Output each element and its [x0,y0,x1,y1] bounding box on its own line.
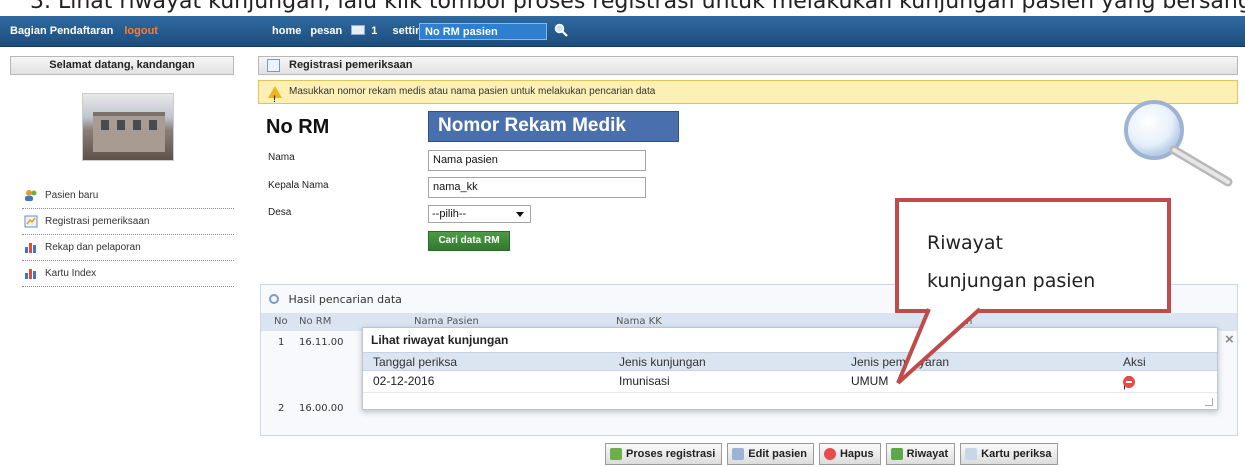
document-header-text: 3. Lihat riwayat kunjungan, lalu klik to… [30,0,1245,14]
users-icon [25,190,37,201]
desa-select[interactable]: --pilih-- [428,205,531,223]
search-icon [269,294,279,304]
welcome-panel: Selamat datang, kandangan [10,56,234,75]
nav-home-link[interactable]: home [272,25,301,37]
search-input[interactable]: No RM pasien [419,23,547,40]
nama-input[interactable]: Nama pasien [428,150,646,171]
proses-registrasi-button[interactable]: Proses registrasi [605,443,723,465]
sidebar-item-rekap[interactable]: Rekap dan pelaporan [22,235,234,261]
sidebar-item-registrasi[interactable]: Registrasi pemeriksaan [22,209,234,235]
norm-input[interactable]: Nomor Rekam Medik [428,111,679,142]
column-header: Jenis kunjungan [619,355,706,369]
card-icon [965,448,978,460]
close-icon[interactable]: × [1225,331,1234,348]
page-title-bar: Registrasi pemeriksaan [258,56,1238,75]
column-header: Nama Pasien [414,316,479,327]
page-title: Registrasi pemeriksaan [289,59,413,71]
desa-label: Desa [268,207,292,218]
delete-icon[interactable] [1123,376,1135,388]
register-icon [267,59,280,72]
nav-pesan-link[interactable]: pesan 1 [310,25,383,37]
column-header: No RM [299,316,332,327]
mail-icon [351,25,366,35]
kepala-nama-input[interactable]: nama_kk [428,177,646,198]
sidebar-item-kartu-index[interactable]: Kartu Index [22,261,234,287]
building-photo [82,93,174,161]
edit-pasien-button[interactable]: Edit pasien [727,443,814,465]
riwayat-button[interactable]: Riwayat [885,443,956,465]
kepala-nama-label: Kepala Nama [268,180,329,191]
search-rm-button[interactable]: Cari data RM [428,231,510,251]
column-header: Nama KK [616,316,662,327]
column-header: Aksi [1123,355,1146,369]
alert-text: Masukkan nomor rekam medis atau nama pas… [289,86,656,97]
logout-link[interactable]: logout [124,25,158,37]
row-action-bar: Proses registrasi Edit pasien Hapus Riwa… [605,443,1063,467]
norm-label: No RM [266,116,330,138]
chart-icon [25,269,36,279]
top-navbar: Bagian Pendaftaran logout home pesan 1 s… [0,16,1245,47]
message-count: 1 [371,25,378,37]
column-header: Tanggal periksa [373,355,458,369]
modal-table-header: Tanggal periksa Jenis kunjungan Jenis pe… [363,352,1217,371]
role-label: Bagian Pendaftaran [10,25,114,37]
edit-icon [732,448,745,460]
kartu-periksa-button[interactable]: Kartu periksa [960,443,1059,465]
chart-icon [25,243,36,253]
sidebar-item-pasien-baru[interactable]: Pasien baru [22,183,234,209]
modal-title: Lihat riwayat kunjungan [371,333,509,347]
document-header-stripe: 3. Lihat riwayat kunjungan, lalu klik to… [0,0,1245,16]
warning-icon [268,86,282,110]
results-title: Hasil pencarian data [288,293,402,306]
register-icon [24,215,38,228]
column-header: No [274,316,288,327]
process-icon [610,448,622,460]
search-icon[interactable] [554,23,568,37]
visit-history-modal: Lihat riwayat kunjungan Tanggal periksa … [362,327,1218,410]
nav-links: home pesan 1 setting [272,25,435,37]
hapus-button[interactable]: Hapus [818,443,881,465]
nama-label: Nama [268,152,295,163]
annotation-callout: Riwayat kunjungan pasien [895,198,1171,313]
callout-line-1: Riwayat [927,232,1003,254]
sidebar-menu: Pasien baru Registrasi pemeriksaan Rekap… [22,183,234,287]
callout-line-2: kunjungan pasien [927,270,1096,292]
delete-icon [823,448,836,460]
table-row: 02-12-2016 Imunisasi UMUM | [363,372,1217,393]
callout-pointer [896,307,982,385]
history-icon [890,448,903,460]
info-alert: Masukkan nomor rekam medis atau nama pas… [258,80,1238,110]
chevron-down-icon [516,212,524,217]
magnifier-icon [1124,100,1233,187]
resize-grip-icon[interactable] [1205,398,1213,406]
